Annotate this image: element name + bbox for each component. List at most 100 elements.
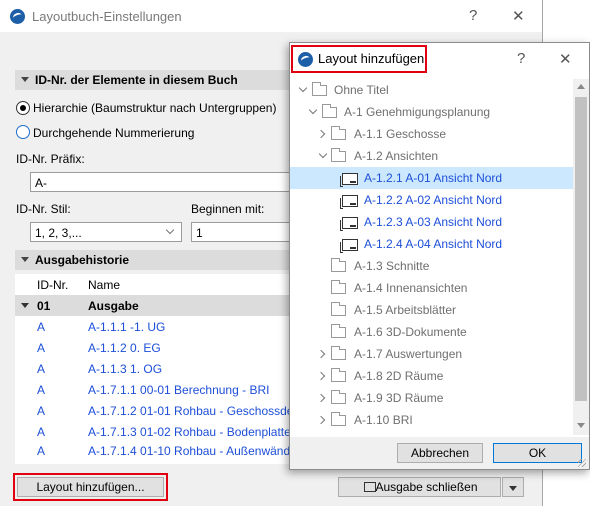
tree-scrollbar[interactable] xyxy=(573,79,589,435)
collapse-triangle-icon xyxy=(21,303,29,308)
start-input[interactable]: 1 xyxy=(191,222,292,242)
scroll-up-icon[interactable] xyxy=(577,84,585,89)
id-section-title: ID-Nr. der Elemente in diesem Buch xyxy=(35,73,238,87)
table-header-row: ID-Nr. Name xyxy=(15,274,295,295)
help-icon[interactable]: ? xyxy=(517,50,525,67)
ok-button[interactable]: OK xyxy=(493,443,582,463)
tree-node-a14[interactable]: A-1.4 Innenansichten xyxy=(290,277,573,299)
folder-icon xyxy=(331,280,346,294)
history-section-header[interactable]: Ausgabehistorie xyxy=(15,250,295,270)
id-section-header[interactable]: ID-Nr. der Elemente in diesem Buch xyxy=(15,70,295,90)
close-icon[interactable]: ✕ xyxy=(559,50,572,68)
start-label: Beginnen mit: xyxy=(191,202,265,216)
row-name: A-1.7.1.2 01-01 Rohbau - Geschossdeck xyxy=(88,404,306,418)
help-icon[interactable]: ? xyxy=(469,7,477,24)
folder-icon xyxy=(331,258,346,272)
tree-node-a16[interactable]: A-1.6 3D-Dokumente xyxy=(290,321,573,343)
tree-node-a110[interactable]: A-1.10 BRI xyxy=(290,409,573,431)
tree-node-a11[interactable]: A-1.1 Geschosse xyxy=(290,123,573,145)
scroll-down-icon[interactable] xyxy=(577,423,585,428)
table-row[interactable]: A A-1.7.1.1 00-01 Berechnung - BRI xyxy=(15,379,295,400)
expand-chevron-icon xyxy=(298,83,308,93)
book-icon xyxy=(364,482,376,492)
add-layout-dialog: Layout hinzufügen ? ✕ Ohne Titel A-1 Gen… xyxy=(289,42,590,470)
style-select[interactable]: 1, 2, 3,... xyxy=(30,222,182,242)
collapse-triangle-icon xyxy=(21,257,29,262)
row-name: A-1.1.1 -1. UG xyxy=(88,320,166,334)
tree-label: A-1 Genehmigungsplanung xyxy=(344,105,491,119)
style-label: ID-Nr. Stil: xyxy=(16,202,71,216)
history-table: ID-Nr. Name 01 Ausgabe A A-1.1.1 -1. UG … xyxy=(15,274,305,442)
folder-icon xyxy=(331,148,346,162)
tree-node-a18[interactable]: A-1.8 2D Räume xyxy=(290,365,573,387)
row-id: A xyxy=(37,320,46,334)
resize-grip-icon[interactable] xyxy=(578,459,586,467)
row-id: A xyxy=(37,383,46,397)
dialog-title: Layoutbuch-Einstellungen xyxy=(32,9,182,24)
expand-chevron-icon xyxy=(308,105,318,115)
table-row[interactable]: A A-1.1.3 1. OG xyxy=(15,358,295,379)
table-row[interactable]: A A-1.1.2 0. EG xyxy=(15,337,295,358)
archicad-logo-icon xyxy=(10,9,25,24)
cancel-button[interactable]: Abbrechen xyxy=(397,443,483,463)
tree-layout-a122[interactable]: A-1.2.2 A-02 Ansicht Nord xyxy=(290,189,573,211)
layout-sheet-icon xyxy=(340,195,358,209)
tree-node-a13[interactable]: A-1.3 Schnitte xyxy=(290,255,573,277)
tree-layout-a123[interactable]: A-1.2.3 A-03 Ansicht Nord xyxy=(290,211,573,233)
tree-node-a1[interactable]: A-1 Genehmigungsplanung xyxy=(290,101,573,123)
prefix-value: A- xyxy=(35,176,47,190)
folder-icon xyxy=(331,412,346,426)
radio-continuous[interactable] xyxy=(16,125,30,139)
scroll-thumb[interactable] xyxy=(575,97,587,401)
tree-node-a17[interactable]: A-1.7 Auswertungen xyxy=(290,343,573,365)
close-output-dropdown[interactable] xyxy=(502,477,524,497)
folder-icon xyxy=(331,390,346,404)
radio-hierarchy[interactable] xyxy=(16,101,30,115)
table-row[interactable]: A A-1.7.1.3 01-02 Rohbau - Bodenplatten xyxy=(15,421,298,442)
history-section-title: Ausgabehistorie xyxy=(35,253,130,267)
row-id: A xyxy=(37,362,46,376)
tree-node-a12[interactable]: A-1.2 Ansichten xyxy=(290,145,573,167)
table-group-row[interactable]: 01 Ausgabe xyxy=(15,295,295,316)
group-name: Ausgabe xyxy=(88,299,139,313)
tree-node-a19[interactable]: A-1.9 3D Räume xyxy=(290,387,573,409)
close-icon[interactable]: ✕ xyxy=(512,7,525,25)
start-value: 1 xyxy=(196,226,203,240)
tree-root[interactable]: Ohne Titel xyxy=(290,79,573,101)
radio-continuous-label: Durchgehende Nummerierung xyxy=(33,126,195,140)
archicad-logo-icon xyxy=(298,52,313,67)
folder-icon xyxy=(331,126,346,140)
row-name: A-1.7.1.3 01-02 Rohbau - Bodenplatten xyxy=(88,425,298,439)
row-name: A-1.7.1.4 01-10 Rohbau - Außenwände xyxy=(88,444,295,458)
row-name: A-1.1.2 0. EG xyxy=(88,341,161,355)
row-name: A-1.7.1.1 00-01 Berechnung - BRI xyxy=(88,383,270,397)
layout-sheet-icon xyxy=(340,217,358,231)
tree-label: A-1.4 Innenansichten xyxy=(354,281,468,295)
table-row[interactable]: A A-1.7.1.2 01-01 Rohbau - Geschossdeck xyxy=(15,400,305,421)
tree-label: A-1.10 BRI xyxy=(354,413,413,427)
tree-label: A-1.5 Arbeitsblätter xyxy=(354,303,457,317)
tree-node-a15[interactable]: A-1.5 Arbeitsblätter xyxy=(290,299,573,321)
group-id: 01 xyxy=(37,299,51,313)
add-layout-button[interactable]: Layout hinzufügen... xyxy=(17,477,164,497)
prefix-input[interactable]: A- xyxy=(30,172,292,192)
col-name-header: Name xyxy=(88,278,121,292)
tree-label: Ohne Titel xyxy=(334,83,389,97)
folder-icon xyxy=(331,324,346,338)
row-id: A xyxy=(37,341,46,355)
table-row-partial[interactable]: A A-1.7.1.4 01-10 Rohbau - Außenwände xyxy=(15,442,295,464)
tree-layout-a124[interactable]: A-1.2.4 A-04 Ansicht Nord xyxy=(290,233,573,255)
close-output-button[interactable]: Ausgabe schließen xyxy=(338,477,501,497)
book-folder-icon xyxy=(312,82,327,96)
close-output-label: Ausgabe schließen xyxy=(375,480,478,494)
collapsed-chevron-icon xyxy=(316,393,326,403)
tree-layout-a121-selected[interactable]: A-1.2.1 A-01 Ansicht Nord xyxy=(290,167,573,189)
row-id: A xyxy=(37,404,46,418)
tree-label: A-1.8 2D Räume xyxy=(354,369,444,383)
collapsed-chevron-icon xyxy=(316,349,326,359)
tree-label: A-1.9 3D Räume xyxy=(354,391,444,405)
collapse-triangle-icon xyxy=(21,77,29,82)
tree-label: A-1.7 Auswertungen xyxy=(354,347,463,361)
table-row[interactable]: A A-1.1.1 -1. UG xyxy=(15,316,295,337)
dialog-title: Layout hinzufügen xyxy=(318,51,425,66)
